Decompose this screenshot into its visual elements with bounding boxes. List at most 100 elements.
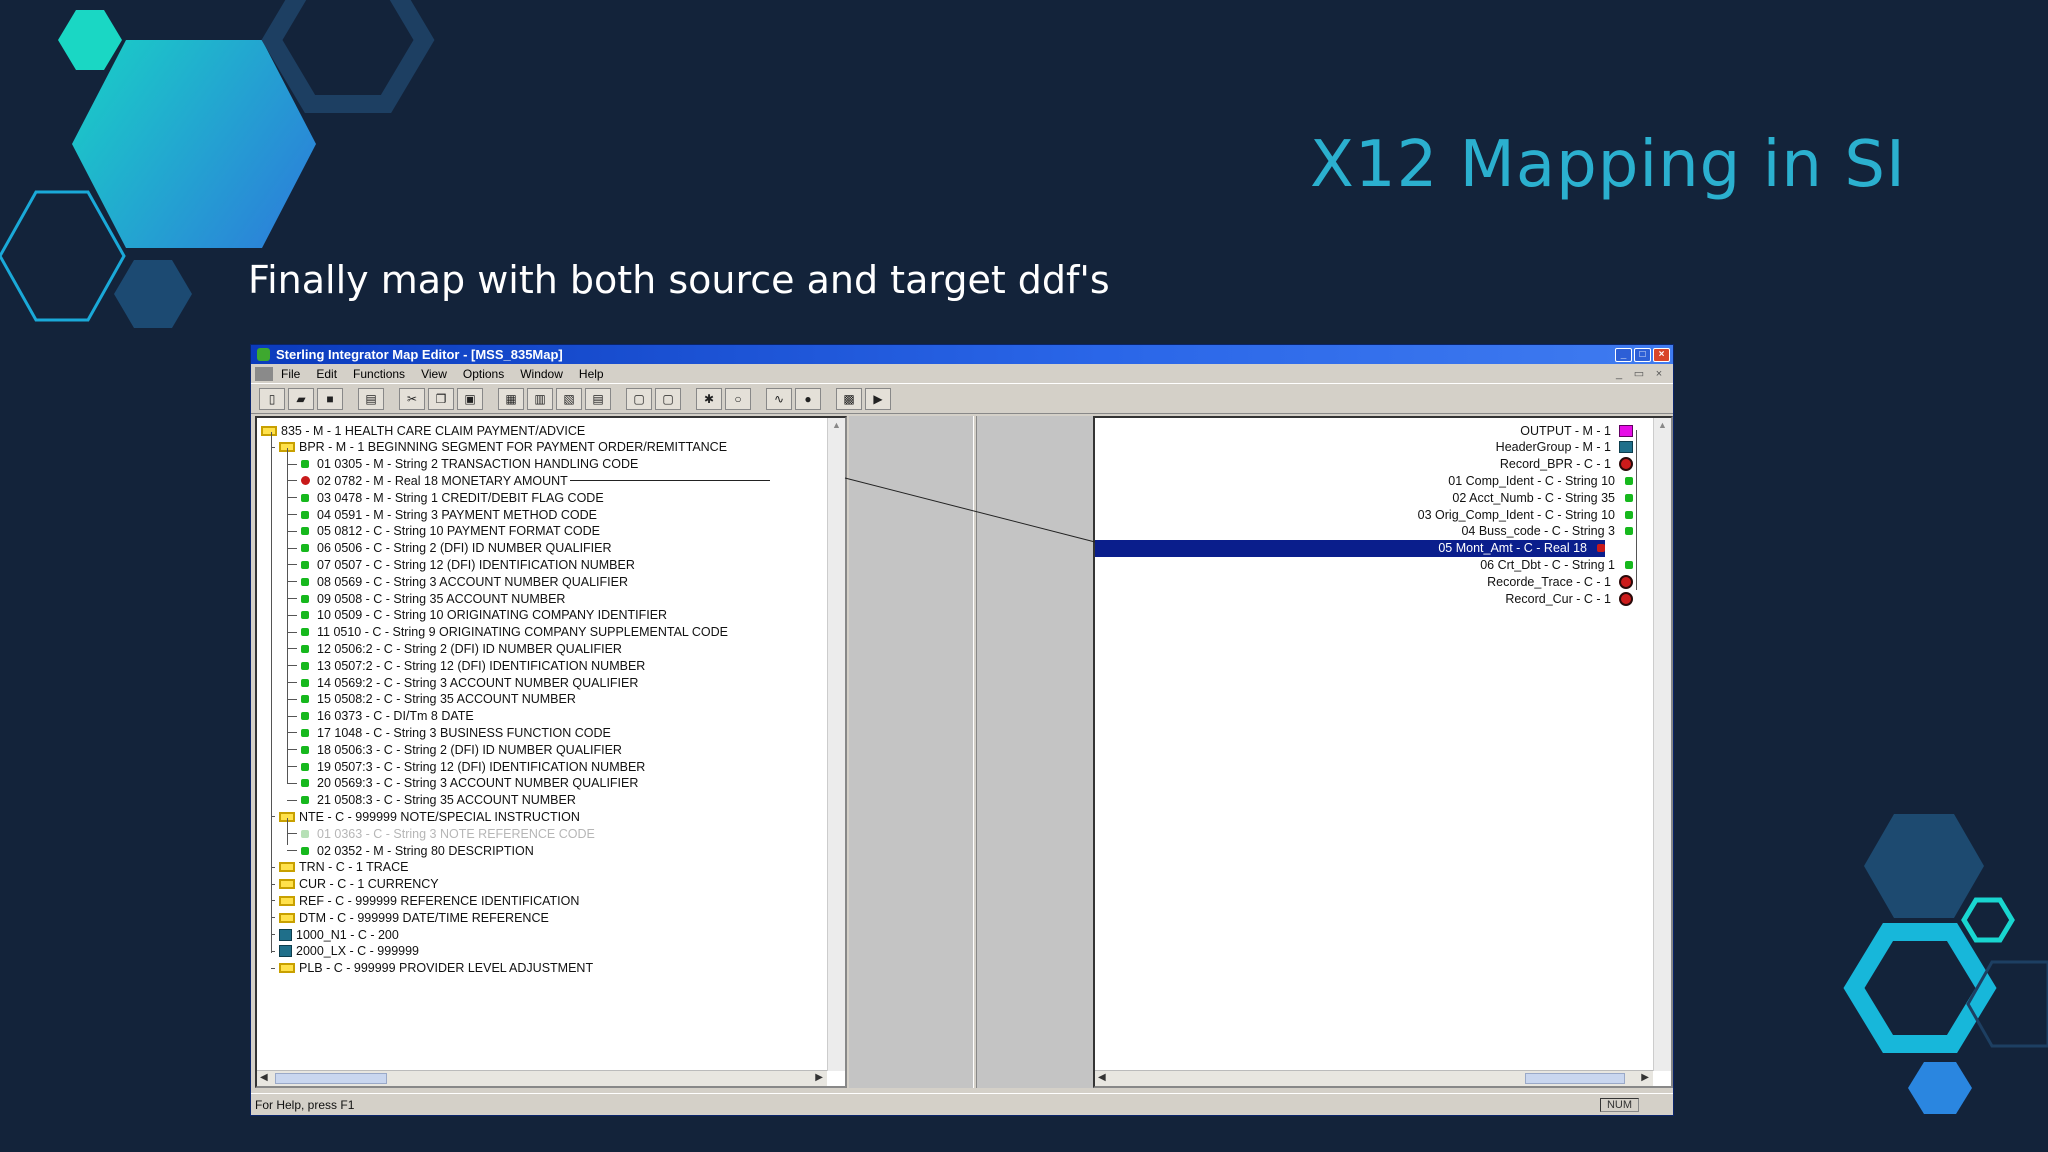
- source-vertical-scrollbar[interactable]: ▲: [827, 418, 845, 1071]
- document-icon[interactable]: [255, 366, 273, 381]
- source-tree-item[interactable]: PLB - C - 999999 PROVIDER LEVEL ADJUSTME…: [271, 960, 593, 977]
- source-tree-item[interactable]: 01 0363 - C - String 3 NOTE REFERENCE CO…: [287, 825, 595, 842]
- new-icon[interactable]: ▯: [259, 387, 285, 410]
- doc-close-button[interactable]: ×: [1651, 367, 1667, 381]
- copy-icon[interactable]: ❐: [428, 387, 454, 410]
- print-icon[interactable]: ▤: [358, 387, 384, 410]
- target-tree-item[interactable]: Record_BPR - C - 1: [1500, 456, 1633, 473]
- scroll-left-icon[interactable]: ◀: [260, 1072, 268, 1083]
- map-panes: 835 - M - 1 HEALTH CARE CLAIM PAYMENT/AD…: [253, 416, 1673, 1088]
- compile-icon[interactable]: ▩: [836, 387, 862, 410]
- source-tree-item[interactable]: 10 0509 - C - String 10 ORIGINATING COMP…: [287, 607, 667, 624]
- hexagon-decoration: [0, 190, 126, 322]
- doc-minimize-button[interactable]: _: [1611, 367, 1627, 381]
- menu-window[interactable]: Window: [520, 367, 563, 381]
- source-tree-item[interactable]: 02 0782 - M - Real 18 MONETARY AMOUNT: [287, 472, 770, 489]
- source-tree-item[interactable]: REF - C - 999999 REFERENCE IDENTIFICATIO…: [271, 892, 579, 909]
- menu-edit[interactable]: Edit: [316, 367, 337, 381]
- source-tree-item[interactable]: 09 0508 - C - String 35 ACCOUNT NUMBER: [287, 590, 565, 607]
- scroll-left-icon[interactable]: ◀: [1098, 1072, 1106, 1083]
- source-tree-item[interactable]: 19 0507:3 - C - String 12 (DFI) IDENTIFI…: [287, 758, 645, 775]
- source-tree-label: PLB - C - 999999 PROVIDER LEVEL ADJUSTME…: [299, 961, 594, 976]
- scrollbar-thumb[interactable]: [1525, 1073, 1625, 1084]
- scrollbar-thumb[interactable]: [275, 1073, 387, 1084]
- menu-help[interactable]: Help: [579, 367, 604, 381]
- menu-file[interactable]: File: [281, 367, 300, 381]
- source-tree-item[interactable]: 17 1048 - C - String 3 BUSINESS FUNCTION…: [287, 724, 611, 741]
- source-tree-item[interactable]: 20 0569:3 - C - String 3 ACCOUNT NUMBER …: [287, 775, 638, 792]
- source-tree-item[interactable]: CUR - C - 1 CURRENCY: [271, 876, 439, 893]
- source-tree-item[interactable]: 02 0352 - M - String 80 DESCRIPTION: [287, 842, 534, 859]
- source-tree-item[interactable]: 16 0373 - C - DI/Tm 8 DATE: [287, 708, 474, 725]
- source-tree-item[interactable]: 835 - M - 1 HEALTH CARE CLAIM PAYMENT/AD…: [261, 422, 585, 439]
- paste-icon[interactable]: ▣: [457, 387, 483, 410]
- source-tree-item[interactable]: 14 0569:2 - C - String 3 ACCOUNT NUMBER …: [287, 674, 638, 691]
- field-icon: [301, 796, 309, 805]
- target-tree-item[interactable]: Recorde_Trace - C - 1: [1487, 573, 1633, 590]
- doc-restore-button[interactable]: ▭: [1631, 367, 1647, 381]
- source-tree-item[interactable]: BPR - M - 1 BEGINNING SEGMENT FOR PAYMEN…: [271, 439, 727, 456]
- target-horizontal-scrollbar[interactable]: ◀ ▶: [1095, 1070, 1653, 1086]
- source-tree-item[interactable]: 05 0812 - C - String 10 PAYMENT FORMAT C…: [287, 523, 600, 540]
- collapse-icon[interactable]: ▢: [655, 387, 681, 410]
- source-tree-item[interactable]: 03 0478 - M - String 1 CREDIT/DEBIT FLAG…: [287, 489, 604, 506]
- source-tree-item[interactable]: 08 0569 - C - String 3 ACCOUNT NUMBER QU…: [287, 573, 628, 590]
- minimize-button[interactable]: _: [1615, 347, 1632, 362]
- properties-icon[interactable]: ▤: [585, 387, 611, 410]
- source-tree-item[interactable]: 04 0591 - M - String 3 PAYMENT METHOD CO…: [287, 506, 597, 523]
- source-tree-pane[interactable]: 835 - M - 1 HEALTH CARE CLAIM PAYMENT/AD…: [255, 416, 847, 1088]
- source-tree-label: 11 0510 - C - String 9 ORIGINATING COMPA…: [317, 625, 728, 640]
- target-tree-pane[interactable]: OUTPUT - M - 1 HeaderGroup - M - 1 Record_…: [1093, 416, 1673, 1088]
- source-tree-item[interactable]: 15 0508:2 - C - String 35 ACCOUNT NUMBER: [287, 691, 576, 708]
- window-titlebar[interactable]: Sterling Integrator Map Editor - [MSS_83…: [251, 345, 1673, 364]
- source-tree-item[interactable]: DTM - C - 999999 DATE/TIME REFERENCE: [271, 909, 549, 926]
- unlink-icon[interactable]: ●: [795, 387, 821, 410]
- target-tree-item[interactable]: 05 Mont_Amt - C - Real 18: [1095, 539, 1605, 557]
- scroll-right-icon[interactable]: ▶: [815, 1072, 823, 1083]
- target-tree-item[interactable]: HeaderGroup - M - 1: [1496, 439, 1633, 456]
- target-vertical-scrollbar[interactable]: ▲: [1653, 418, 1671, 1071]
- source-tree-item[interactable]: 18 0506:3 - C - String 2 (DFI) ID NUMBER…: [287, 741, 622, 758]
- maximize-button[interactable]: □: [1634, 347, 1651, 362]
- target-tree-item[interactable]: OUTPUT - M - 1: [1520, 422, 1633, 439]
- source-tree-item[interactable]: TRN - C - 1 TRACE: [271, 859, 409, 876]
- save-icon[interactable]: ■: [317, 387, 343, 410]
- field-icon[interactable]: ▧: [556, 387, 582, 410]
- source-tree-item[interactable]: 11 0510 - C - String 9 ORIGINATING COMPA…: [287, 624, 728, 641]
- source-tree-item[interactable]: 21 0508:3 - C - String 35 ACCOUNT NUMBER: [287, 792, 576, 809]
- expand-icon[interactable]: ▢: [626, 387, 652, 410]
- source-tree-label: DTM - C - 999999 DATE/TIME REFERENCE: [299, 910, 549, 925]
- source-tree-item[interactable]: 1000_N1 - C - 200: [271, 926, 399, 943]
- scroll-up-icon[interactable]: ▲: [1658, 420, 1667, 430]
- menu-functions[interactable]: Functions: [353, 367, 405, 381]
- source-horizontal-scrollbar[interactable]: ◀ ▶: [257, 1070, 827, 1086]
- run-icon[interactable]: ▶: [865, 387, 891, 410]
- source-tree-item[interactable]: NTE - C - 999999 NOTE/SPECIAL INSTRUCTIO…: [271, 808, 580, 825]
- source-tree-item[interactable]: 01 0305 - M - String 2 TRANSACTION HANDL…: [287, 456, 638, 473]
- menu-view[interactable]: View: [421, 367, 447, 381]
- scroll-right-icon[interactable]: ▶: [1641, 1072, 1649, 1083]
- source-tree-item[interactable]: 12 0506:2 - C - String 2 (DFI) ID NUMBER…: [287, 640, 622, 657]
- record-icon[interactable]: ▥: [527, 387, 553, 410]
- group-icon[interactable]: ▦: [498, 387, 524, 410]
- target-tree-item[interactable]: 03 Orig_Comp_Ident - C - String 10: [1418, 506, 1633, 523]
- close-button[interactable]: ×: [1653, 347, 1670, 362]
- target-tree-item[interactable]: 04 Buss_code - C - String 3: [1461, 523, 1633, 540]
- lightbulb-on-icon[interactable]: ✱: [696, 387, 722, 410]
- target-tree-item[interactable]: 02 Acct_Numb - C - String 35: [1452, 489, 1633, 506]
- lightbulb-off-icon[interactable]: ○: [725, 387, 751, 410]
- target-tree-item[interactable]: 06 Crt_Dbt - C - String 1: [1480, 556, 1633, 573]
- menu-options[interactable]: Options: [463, 367, 504, 381]
- source-tree-item[interactable]: 2000_LX - C - 999999: [271, 943, 419, 960]
- target-tree-item[interactable]: 01 Comp_Ident - C - String 10: [1448, 472, 1633, 489]
- source-tree-item[interactable]: 06 0506 - C - String 2 (DFI) ID NUMBER Q…: [287, 540, 612, 557]
- cut-icon[interactable]: ✂: [399, 387, 425, 410]
- field-icon: [301, 745, 309, 754]
- pane-splitter[interactable]: [973, 416, 977, 1088]
- source-tree-item[interactable]: 07 0507 - C - String 12 (DFI) IDENTIFICA…: [287, 556, 635, 573]
- open-icon[interactable]: ▰: [288, 387, 314, 410]
- source-tree-item[interactable]: 13 0507:2 - C - String 12 (DFI) IDENTIFI…: [287, 657, 645, 674]
- target-tree-item[interactable]: Record_Cur - C - 1: [1505, 590, 1633, 607]
- link-icon[interactable]: ∿: [766, 387, 792, 410]
- scroll-up-icon[interactable]: ▲: [832, 420, 841, 430]
